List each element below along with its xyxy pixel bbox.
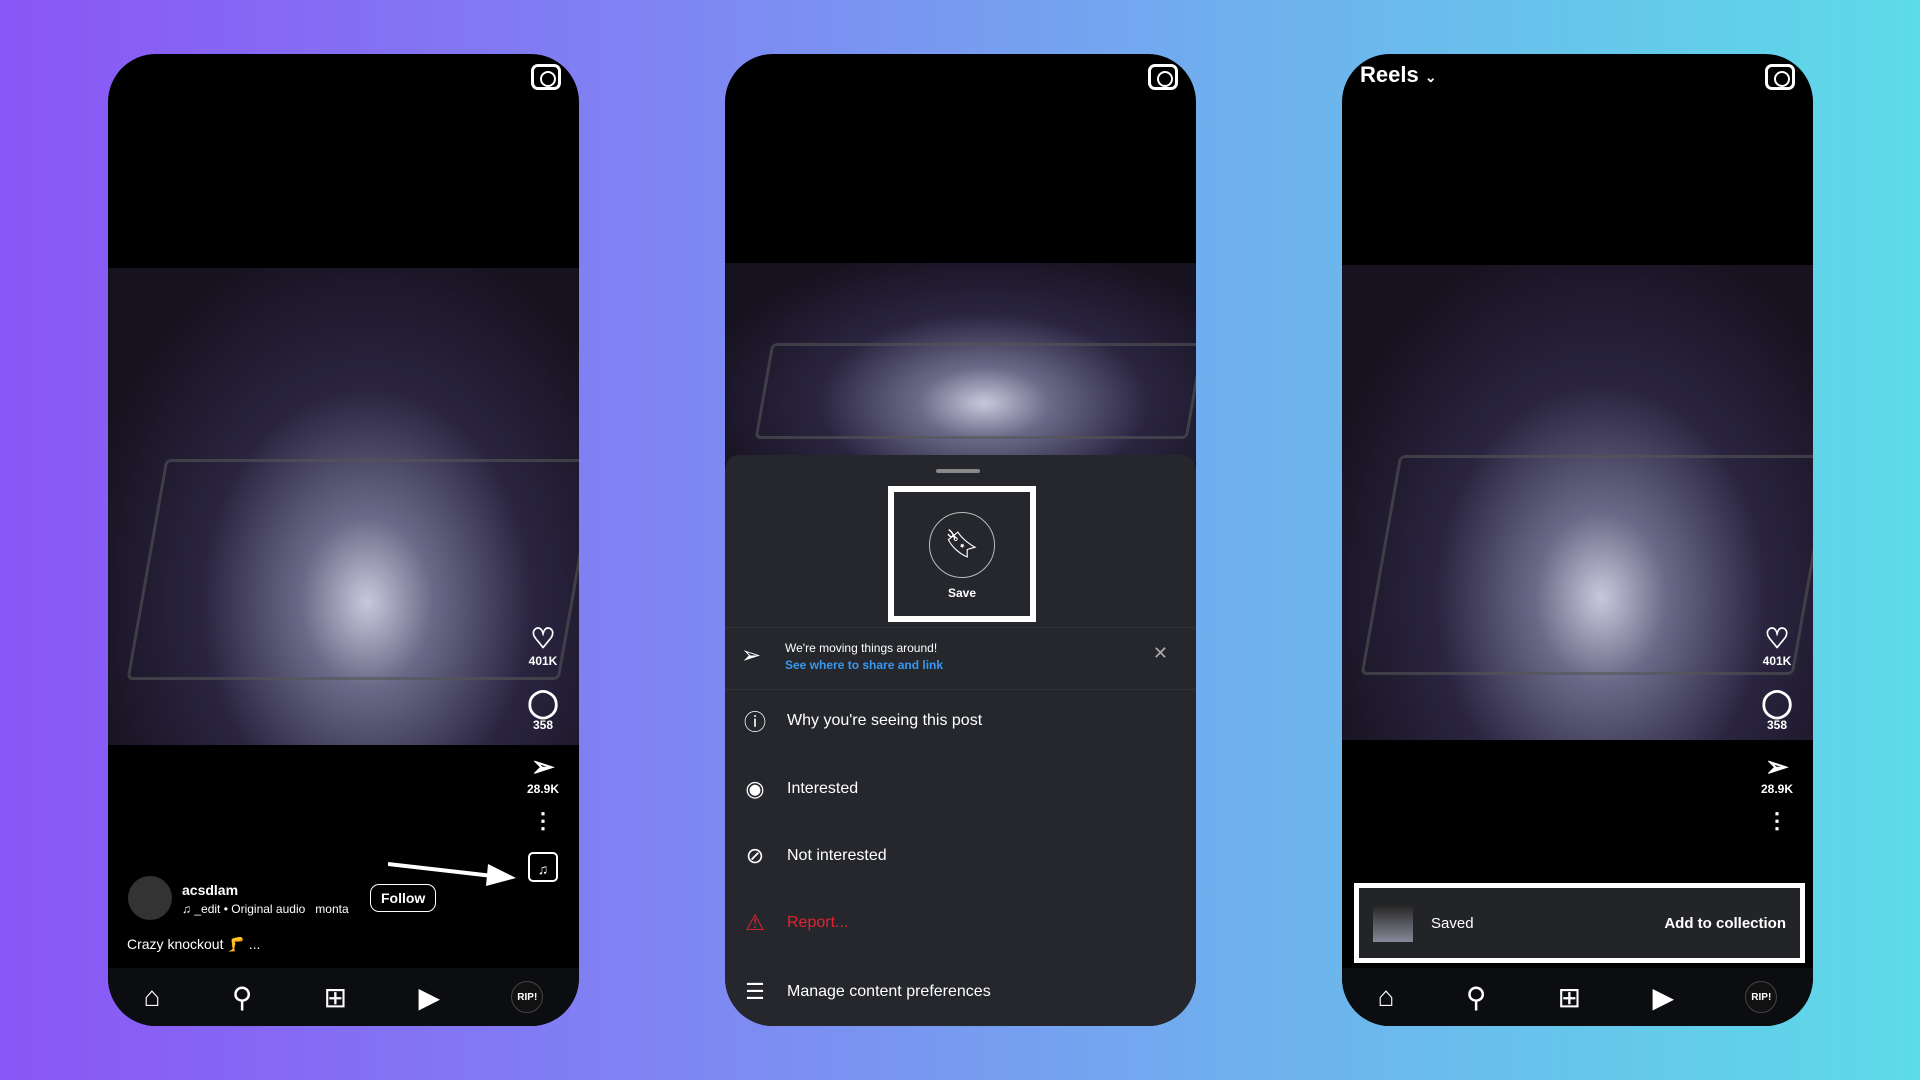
eye-off-icon: ⊘ — [745, 843, 765, 868]
search-icon[interactable]: ⚲ — [232, 981, 253, 1014]
menu-label: Manage content preferences — [787, 983, 991, 1000]
report-icon: ⚠ — [745, 910, 765, 935]
send-icon: ➢ — [741, 642, 762, 669]
phone-reel-saved: Reels ⌄ ♡ 401K ◯ 358 ➢ 28.9K ⋮ Saved Add to… — [1342, 54, 1813, 1026]
create-icon[interactable]: ⊞ — [324, 981, 347, 1014]
bookmark-icon: 🔖︎ — [929, 512, 995, 578]
username[interactable]: acsdlam — [182, 882, 238, 898]
home-icon[interactable]: ⌂ — [144, 981, 161, 1013]
home-icon[interactable]: ⌂ — [1378, 981, 1395, 1013]
info-icon: ⓘ — [743, 710, 766, 735]
reel-video — [725, 263, 1196, 463]
menu-label: Report... — [787, 914, 849, 931]
options-sheet: 🔖︎ Save ➢ We're moving things around! See… — [725, 455, 1196, 1026]
like-count: 401K — [1762, 654, 1792, 668]
audio-thumbnail[interactable]: ♫ — [528, 852, 558, 882]
saved-thumbnail — [1373, 904, 1413, 942]
heart-icon[interactable]: ♡ — [1751, 624, 1803, 654]
create-icon[interactable]: ⊞ — [1558, 981, 1581, 1014]
comment-icon[interactable]: ◯ — [517, 688, 569, 718]
reel-video[interactable] — [108, 268, 579, 745]
send-icon[interactable]: ➢ — [517, 752, 569, 782]
saved-label: Saved — [1431, 914, 1474, 932]
chevron-down-icon: ⌄ — [1424, 69, 1437, 85]
save-button[interactable]: 🔖︎ Save — [888, 486, 1036, 622]
bottom-nav: ⌂ ⚲ ⊞ ▶ RIP! — [108, 968, 579, 1026]
menu-item-why[interactable]: ⓘ Why you're seeing this post — [741, 701, 1180, 741]
profile-avatar[interactable]: RIP! — [1745, 981, 1778, 1013]
menu-label: Why you're seeing this post — [787, 712, 983, 729]
drag-handle[interactable] — [936, 469, 980, 473]
audio-info[interactable]: ♫ _edit • Original audio monta — [182, 902, 349, 916]
avatar[interactable] — [128, 876, 172, 920]
menu-item-manage-preferences[interactable]: ☰ Manage content preferences — [741, 972, 1180, 1012]
follow-button[interactable]: Follow — [370, 884, 437, 912]
more-options-icon[interactable]: ⋮ — [1751, 806, 1803, 836]
menu-label: Not interested — [787, 847, 887, 864]
reels-title-label: Reels — [1360, 62, 1419, 87]
heart-icon[interactable]: ♡ — [517, 624, 569, 654]
menu-item-report[interactable]: ⚠ Report... — [741, 903, 1180, 943]
action-column: ♡ 401K ◯ 358 ➢ 28.9K ⋮ — [1751, 624, 1803, 836]
camera-icon[interactable] — [531, 64, 561, 90]
menu-item-not-interested[interactable]: ⊘ Not interested — [741, 836, 1180, 876]
profile-avatar[interactable]: RIP! — [511, 981, 544, 1013]
close-icon[interactable]: ✕ — [1153, 643, 1168, 664]
saved-snackbar: Saved Add to collection — [1354, 883, 1805, 963]
comment-count: 358 — [532, 718, 554, 732]
phone-options-sheet: 🔖︎ Save ➢ We're moving things around! See… — [725, 54, 1196, 1026]
notice-link[interactable]: See where to share and link — [785, 658, 943, 672]
comment-count: 358 — [1766, 718, 1788, 732]
audio-label: _edit • Original audio — [194, 902, 306, 916]
arrow-annotation-icon — [388, 862, 516, 886]
camera-icon[interactable] — [1765, 64, 1795, 90]
send-icon[interactable]: ➢ — [1751, 752, 1803, 782]
share-count: 28.9K — [1760, 782, 1794, 796]
audio-extra: monta — [315, 902, 349, 916]
add-to-collection-button[interactable]: Add to collection — [1664, 915, 1786, 932]
more-options-icon[interactable]: ⋮ — [517, 806, 569, 836]
reels-icon[interactable]: ▶ — [418, 981, 440, 1014]
reels-icon[interactable]: ▶ — [1652, 981, 1674, 1014]
share-count: 28.9K — [526, 782, 560, 796]
action-column: ♡ 401K ◯ 358 ➢ 28.9K ⋮ ♫ — [517, 624, 569, 882]
bottom-nav: ⌂ ⚲ ⊞ ▶ RIP! — [1342, 968, 1813, 1026]
eye-icon: ◉ — [745, 776, 765, 801]
music-icon: ♫ — [182, 902, 195, 916]
notice-title: We're moving things around! — [785, 641, 938, 655]
caption[interactable]: Crazy knockout 🦵 ... — [127, 936, 260, 953]
save-label: Save — [947, 586, 977, 600]
notice-text: We're moving things around! See where to … — [785, 641, 943, 672]
search-icon[interactable]: ⚲ — [1466, 981, 1487, 1014]
menu-label: Interested — [787, 780, 859, 797]
phone-reel-1: ♡ 401K ◯ 358 ➢ 28.9K ⋮ ♫ acsdlam ♫ _edit • … — [108, 54, 579, 1026]
reels-title[interactable]: Reels ⌄ — [1360, 62, 1437, 88]
menu-item-interested[interactable]: ◉ Interested — [741, 769, 1180, 809]
reel-video[interactable] — [1342, 265, 1813, 740]
camera-icon[interactable] — [1148, 64, 1178, 90]
like-count: 401K — [528, 654, 558, 668]
comment-icon[interactable]: ◯ — [1751, 688, 1803, 718]
sliders-icon: ☰ — [745, 979, 765, 1004]
